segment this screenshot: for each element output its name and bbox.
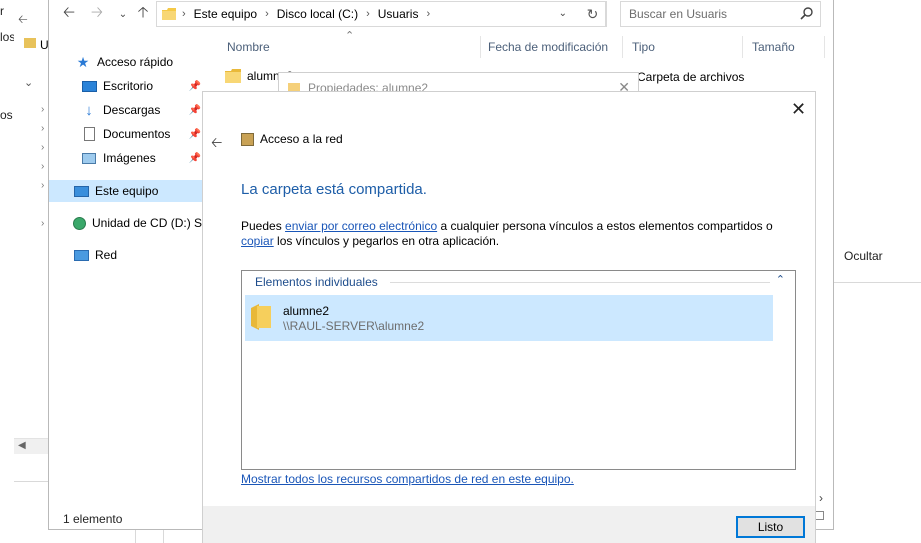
- breadcrumb-this-pc[interactable]: Este equipo: [194, 7, 257, 21]
- chevron-down-icon[interactable]: ⌄: [559, 8, 567, 19]
- bg-back-icon[interactable]: 🡠: [18, 10, 28, 31]
- copy-link[interactable]: copiar: [241, 234, 274, 248]
- bg-tree-chevrons: › › › › › ›: [41, 104, 45, 229]
- close-button[interactable]: ✕: [791, 100, 806, 118]
- file-type: Carpeta de archivos: [637, 70, 745, 84]
- hide-button[interactable]: Ocultar: [844, 249, 883, 263]
- details-view-icon[interactable]: [815, 511, 824, 520]
- search-placeholder: Buscar en Usuaris: [629, 7, 728, 21]
- bg-nav-pane: 🡠 U ⌄ › › › › › ›: [14, 0, 50, 482]
- document-icon: [81, 126, 97, 142]
- refresh-button[interactable]: ↻: [579, 1, 607, 27]
- star-icon: ★: [76, 53, 90, 70]
- column-type[interactable]: Tipo: [632, 40, 655, 56]
- chevron-right-icon: ›: [265, 8, 269, 20]
- back-arrow-icon[interactable]: 🡠: [211, 132, 222, 156]
- desc-part: a cualquier persona vínculos a estos ele…: [437, 219, 773, 233]
- folder-icon: [251, 304, 271, 330]
- show-all-shares-link[interactable]: Mostrar todos los recursos compartidos d…: [241, 472, 574, 486]
- breadcrumb-local-disk[interactable]: Disco local (C:): [277, 7, 358, 21]
- network-access-dialog: ✕ 🡠 Acceso a la red La carpeta está comp…: [203, 92, 815, 543]
- nav-item-label: Este equipo: [95, 184, 159, 198]
- bg-expand-icon[interactable]: ⌄: [24, 76, 33, 89]
- computer-icon: [73, 183, 89, 199]
- forward-button[interactable]: 🡢: [85, 3, 109, 25]
- desktop-icon: [81, 78, 97, 94]
- shared-item-path: \\RAUL-SERVER\alumne2: [283, 319, 425, 333]
- column-date[interactable]: Fecha de modificación: [488, 40, 608, 56]
- pin-icon[interactable]: 📌: [189, 129, 201, 140]
- chevron-right-icon: ›: [366, 8, 370, 20]
- back-button[interactable]: 🡠: [57, 3, 81, 25]
- dialog-footer: Listo: [203, 506, 815, 543]
- shared-items-list: Elementos individuales ⌃ alumne2 \\RAUL-…: [241, 270, 796, 470]
- group-header-line: [390, 282, 770, 283]
- description-text: Puedes enviar por correo electrónico a c…: [241, 219, 781, 249]
- nav-item-label: Documentos: [103, 127, 171, 141]
- nav-item-desktop[interactable]: Escritorio 📌: [49, 75, 203, 97]
- nav-item-network[interactable]: Red: [49, 244, 203, 266]
- shared-item-row[interactable]: alumne2 \\RAUL-SERVER\alumne2: [245, 295, 773, 341]
- address-bar[interactable]: › Este equipo › Disco local (C:) › Usuar…: [156, 1, 606, 27]
- nav-item-label: Descargas: [103, 103, 161, 117]
- pin-icon[interactable]: 📌: [189, 81, 201, 92]
- navigation-pane: ★ Acceso rápido Escritorio 📌 ↓ Descargas…: [49, 40, 210, 500]
- nav-item-label: Escritorio: [103, 79, 154, 93]
- done-button[interactable]: Listo: [736, 516, 805, 538]
- scroll-left-icon[interactable]: ◀: [18, 440, 26, 451]
- search-icon: [800, 7, 813, 20]
- desc-part: los vínculos y pegarlos en otra aplicaci…: [273, 234, 500, 248]
- sort-up-icon: ⌃: [345, 30, 355, 42]
- nav-item-label: Imágenes: [103, 151, 156, 165]
- nav-item-this-pc[interactable]: Este equipo: [49, 180, 203, 202]
- folder-icon: [162, 8, 176, 20]
- column-divider[interactable]: [824, 36, 825, 58]
- column-size[interactable]: Tamaño: [752, 40, 795, 56]
- nav-item-label: Red: [95, 248, 118, 262]
- breadcrumb-usuaris[interactable]: Usuaris: [378, 7, 419, 21]
- status-bar-count: 1 elemento: [63, 512, 123, 526]
- scroll-right-icon[interactable]: ›: [819, 491, 823, 505]
- bg-text-os: os: [0, 108, 13, 122]
- dialog-title: Acceso a la red: [241, 132, 343, 146]
- network-icon: [73, 247, 89, 263]
- group-header[interactable]: Elementos individuales: [255, 275, 378, 289]
- refresh-icon: ↻: [586, 5, 599, 22]
- bg-divider: [135, 528, 136, 543]
- nav-item-pictures[interactable]: Imágenes 📌: [49, 147, 203, 169]
- bg-text-r: r: [0, 4, 4, 18]
- chevron-right-icon: ›: [426, 8, 431, 20]
- column-name[interactable]: Nombre: [227, 40, 270, 56]
- folder-icon: [225, 69, 241, 83]
- column-divider[interactable]: [480, 36, 481, 58]
- search-input[interactable]: Buscar en Usuaris: [620, 1, 821, 27]
- image-icon: [81, 150, 97, 166]
- share-users-icon: [241, 132, 254, 146]
- collapse-icon[interactable]: ⌃: [776, 273, 785, 286]
- column-divider[interactable]: [622, 36, 623, 58]
- shared-heading: La carpeta está compartida.: [241, 181, 427, 198]
- nav-item-cd-drive[interactable]: Unidad de CD (D:) SS: [49, 212, 210, 234]
- cd-drive-icon: [73, 215, 86, 231]
- nav-item-documents[interactable]: Documentos 📌: [49, 123, 203, 145]
- bg-folder-icon: [24, 38, 36, 48]
- column-divider[interactable]: [742, 36, 743, 58]
- shared-item-name: alumne2: [283, 304, 330, 318]
- chevron-right-icon: ›: [182, 8, 186, 20]
- nav-item-label: Unidad de CD (D:) SS: [92, 216, 211, 230]
- nav-item-downloads[interactable]: ↓ Descargas 📌: [49, 99, 203, 121]
- nav-quick-access[interactable]: ★ Acceso rápido: [49, 51, 203, 73]
- bg-right-panel: [833, 8, 921, 283]
- pin-icon[interactable]: 📌: [189, 153, 201, 164]
- pin-icon[interactable]: 📌: [189, 105, 201, 116]
- address-row: 🡠 🡢 ⌄ 🡡 › Este equipo › Disco local (C:)…: [49, 0, 835, 30]
- bg-horizontal-scrollbar[interactable]: ◀: [14, 438, 50, 454]
- dialog-title-text: Acceso a la red: [260, 132, 343, 146]
- email-link[interactable]: enviar por correo electrónico: [285, 219, 437, 233]
- nav-quick-access-label: Acceso rápido: [97, 55, 174, 69]
- download-icon: ↓: [85, 101, 93, 119]
- desc-part: Puedes: [241, 219, 286, 233]
- up-button[interactable]: 🡡: [131, 3, 155, 25]
- bg-divider: [163, 528, 164, 543]
